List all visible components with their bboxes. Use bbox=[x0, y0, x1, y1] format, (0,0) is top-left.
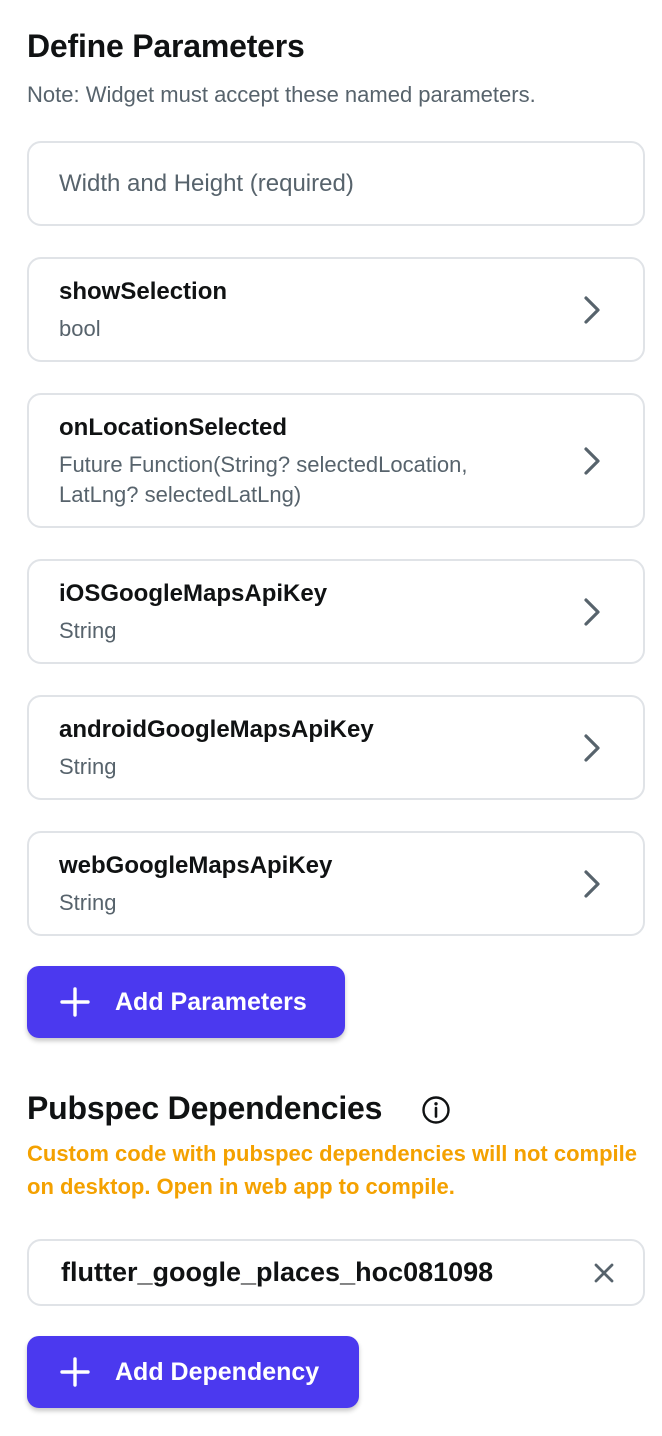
dependency-item: flutter_google_places_hoc081098 bbox=[27, 1239, 645, 1306]
define-parameters-title: Define Parameters bbox=[27, 28, 305, 64]
dependency-name: flutter_google_places_hoc081098 bbox=[61, 1257, 494, 1287]
parameter-item-showSelection[interactable]: showSelection bool bbox=[27, 257, 645, 362]
add-parameters-button[interactable]: Add Parameters bbox=[27, 966, 345, 1038]
parameter-item-iOSGoogleMapsApiKey[interactable]: iOSGoogleMapsApiKey String bbox=[27, 559, 645, 664]
parameter-type: String bbox=[59, 889, 117, 915]
parameter-name: androidGoogleMapsApiKey bbox=[59, 715, 374, 743]
parameter-item-androidGoogleMapsApiKey[interactable]: androidGoogleMapsApiKey String bbox=[27, 695, 645, 800]
close-icon[interactable] bbox=[593, 1262, 615, 1284]
parameter-type: String bbox=[59, 753, 117, 779]
add-parameters-label: Add Parameters bbox=[115, 987, 307, 1016]
chevron-right-icon bbox=[579, 869, 605, 898]
chevron-right-icon bbox=[579, 446, 605, 475]
parameter-type: Future Function(String? selectedLocation… bbox=[59, 451, 468, 507]
parameters-note: Note: Widget must accept these named par… bbox=[27, 82, 536, 107]
parameter-item-onLocationSelected[interactable]: onLocationSelected Future Function(Strin… bbox=[27, 393, 645, 528]
parameter-name: iOSGoogleMapsApiKey bbox=[59, 579, 328, 607]
parameter-type: bool bbox=[59, 315, 101, 341]
pubspec-dependencies-title: Pubspec Dependencies bbox=[27, 1090, 383, 1126]
parameter-name: onLocationSelected bbox=[59, 413, 288, 441]
chevron-right-icon bbox=[579, 733, 605, 762]
chevron-right-icon bbox=[579, 295, 605, 324]
chevron-right-icon bbox=[579, 597, 605, 626]
plus-icon bbox=[59, 986, 91, 1018]
add-dependency-label: Add Dependency bbox=[115, 1357, 320, 1386]
add-dependency-button[interactable]: Add Dependency bbox=[27, 1336, 359, 1408]
plus-icon bbox=[59, 1356, 91, 1388]
width-height-field[interactable]: Width and Height (required) bbox=[27, 141, 645, 226]
custom-widget-settings-panel: Define Parameters Note: Widget must acce… bbox=[0, 0, 662, 1436]
parameter-name: webGoogleMapsApiKey bbox=[59, 851, 333, 879]
desktop-compile-warning: Custom code with pubspec dependencies wi… bbox=[27, 1141, 637, 1199]
info-icon[interactable] bbox=[421, 1095, 451, 1125]
parameter-item-webGoogleMapsApiKey[interactable]: webGoogleMapsApiKey String bbox=[27, 831, 645, 936]
parameter-name: showSelection bbox=[59, 277, 228, 305]
width-height-label: Width and Height (required) bbox=[59, 169, 354, 197]
parameter-type: String bbox=[59, 617, 117, 643]
